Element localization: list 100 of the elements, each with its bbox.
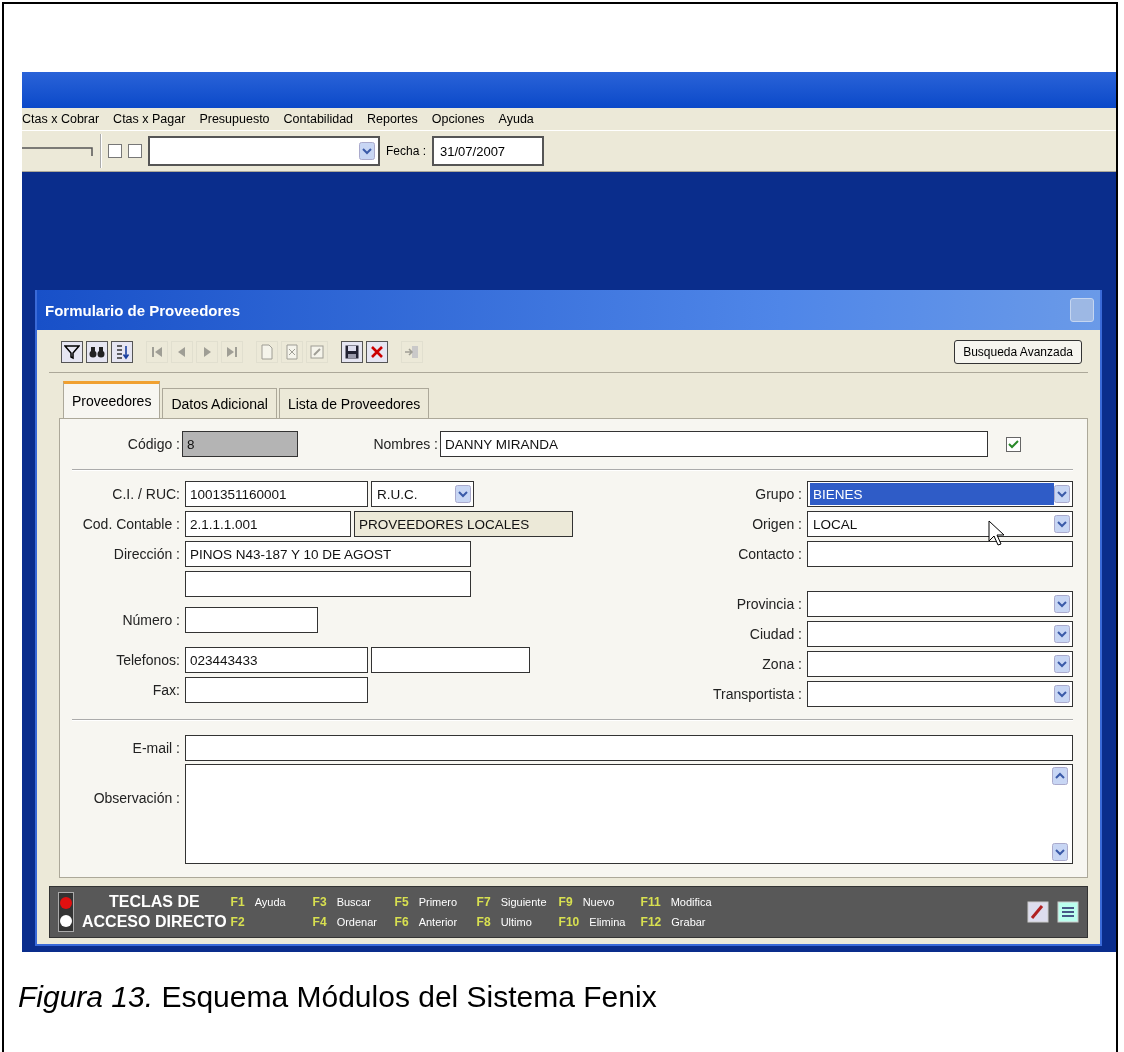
sort-icon [114, 344, 130, 360]
shortcut-key: F10 [558, 915, 580, 929]
field-label: E-mail : [131, 740, 181, 756]
dropdown-icon[interactable] [1054, 655, 1070, 673]
tab[interactable]: Lista de Proveedores [278, 388, 430, 419]
shortcut-action: Ordenar [336, 916, 377, 928]
field-label: Provincia : [735, 596, 803, 612]
menu-item[interactable]: Reportes [367, 112, 418, 126]
field-label: Cod. Contable : [81, 516, 181, 532]
shortcut-key: F11 [640, 895, 661, 909]
filter-button[interactable] [61, 341, 83, 363]
text-field[interactable]: 2.1.1.1.001 [185, 511, 351, 537]
binoculars-icon [89, 344, 105, 360]
menu-item[interactable]: Ctas x Pagar [113, 112, 186, 126]
tab[interactable]: Datos Adicional [162, 388, 277, 419]
text-field[interactable] [185, 571, 471, 597]
dropdown-icon[interactable] [1054, 595, 1070, 613]
date-label: Fecha : [386, 144, 427, 158]
shortcut-key: F6 [394, 915, 409, 929]
field-label: Observación : [92, 789, 181, 806]
menu-item[interactable]: Contabilidad [283, 112, 354, 126]
text-field[interactable]: 1001351160001 [185, 481, 368, 507]
field-label: Nombres : [372, 436, 439, 452]
shortcut-key: F4 [312, 915, 327, 929]
dropdown-icon[interactable] [1054, 485, 1070, 503]
scroll-up-icon[interactable] [1052, 767, 1068, 785]
first-icon [149, 344, 165, 360]
menu-item[interactable]: Ayuda [498, 112, 534, 126]
field-label: Grupo : [754, 486, 803, 502]
field-label: Número : [121, 612, 181, 628]
text-field[interactable] [185, 677, 368, 703]
shortcut-key: F3 [312, 895, 327, 909]
field-label: Transportista : [712, 686, 803, 702]
notes-field[interactable] [185, 764, 1073, 864]
name-field[interactable]: DANNY MIRANDA [440, 431, 988, 457]
menu-item[interactable]: Presupuesto [199, 112, 270, 126]
shortcut-key: F1 [230, 895, 245, 909]
checkbox[interactable] [128, 144, 142, 158]
floppy-icon [344, 344, 360, 360]
shortcut-key: F2 [230, 915, 245, 929]
shortcut-action: Ayuda [254, 896, 286, 908]
shortcut-action: Nuevo [582, 896, 615, 908]
code-field: 8 [182, 431, 298, 457]
close-icon [369, 344, 385, 360]
checklist-icon[interactable] [1057, 901, 1079, 923]
advanced-search-button[interactable]: Busqueda Avanzada [954, 340, 1082, 364]
dropdown-icon[interactable] [1054, 625, 1070, 643]
document-icon [259, 344, 275, 360]
binoculars-button[interactable] [86, 341, 108, 363]
shortcut-key: F12 [640, 915, 662, 929]
dropdown-icon[interactable] [1054, 515, 1070, 533]
field-label: Zona : [761, 656, 803, 672]
text-field[interactable]: PINOS N43-187 Y 10 DE AGOST [185, 541, 471, 567]
shortcut-action: Grabar [671, 916, 706, 928]
field-label: Telefonos: [115, 652, 181, 668]
shortcut-key: F7 [476, 895, 491, 909]
menu-item[interactable]: Opciones [431, 112, 485, 126]
shortcut-action: Siguiente [500, 896, 547, 908]
dropdown-field[interactable] [807, 621, 1073, 647]
exit-icon [404, 344, 420, 360]
text-field[interactable]: 023443433 [185, 647, 368, 673]
checkbox[interactable] [108, 144, 122, 158]
slider-icon[interactable] [22, 145, 94, 157]
close-button[interactable] [366, 341, 388, 363]
menu-item[interactable]: Ctas x Cobrar [22, 112, 100, 126]
filter-icon [64, 344, 80, 360]
text-field[interactable] [185, 607, 318, 633]
dropdown-field[interactable]: BIENES [807, 481, 1073, 507]
dropdown-icon[interactable] [1054, 685, 1070, 703]
date-field[interactable]: 31/07/2007 [432, 136, 545, 166]
text-field[interactable] [371, 647, 530, 673]
field-label: Dirección : [112, 546, 181, 562]
shortcut-key: F8 [476, 915, 491, 929]
dropdown-field[interactable] [807, 651, 1073, 677]
tab[interactable]: Proveedores [63, 381, 161, 419]
email-field[interactable] [185, 735, 1073, 761]
document-cross-icon [284, 344, 300, 360]
checkbox[interactable] [1006, 436, 1021, 452]
shortcut-title: TECLAS DE [107, 892, 201, 912]
field-label: Contacto : [737, 546, 803, 562]
text-field[interactable] [807, 541, 1073, 567]
dropdown-icon[interactable] [359, 142, 375, 160]
field-label: Fax: [151, 682, 181, 698]
shortcut-action: Ultimo [500, 916, 532, 928]
dropdown-field[interactable]: R.U.C. [371, 481, 474, 507]
shortcut-action: Primero [418, 896, 458, 908]
dropdown-icon[interactable] [455, 485, 471, 503]
shortcut-action: Elimina [589, 916, 626, 928]
field-label: Código : [126, 436, 181, 452]
last-icon [224, 344, 240, 360]
window-title: Formulario de Proveedores [45, 301, 241, 319]
check-icon [1008, 438, 1019, 450]
floppy-button[interactable] [341, 341, 363, 363]
dropdown-field[interactable] [807, 591, 1073, 617]
pencil-icon[interactable] [1027, 901, 1049, 923]
dropdown-field[interactable] [148, 136, 380, 166]
scroll-down-icon[interactable] [1052, 843, 1068, 861]
dropdown-field[interactable] [807, 681, 1073, 707]
mouse-cursor-icon [988, 520, 1006, 546]
sort-button[interactable] [111, 341, 133, 363]
